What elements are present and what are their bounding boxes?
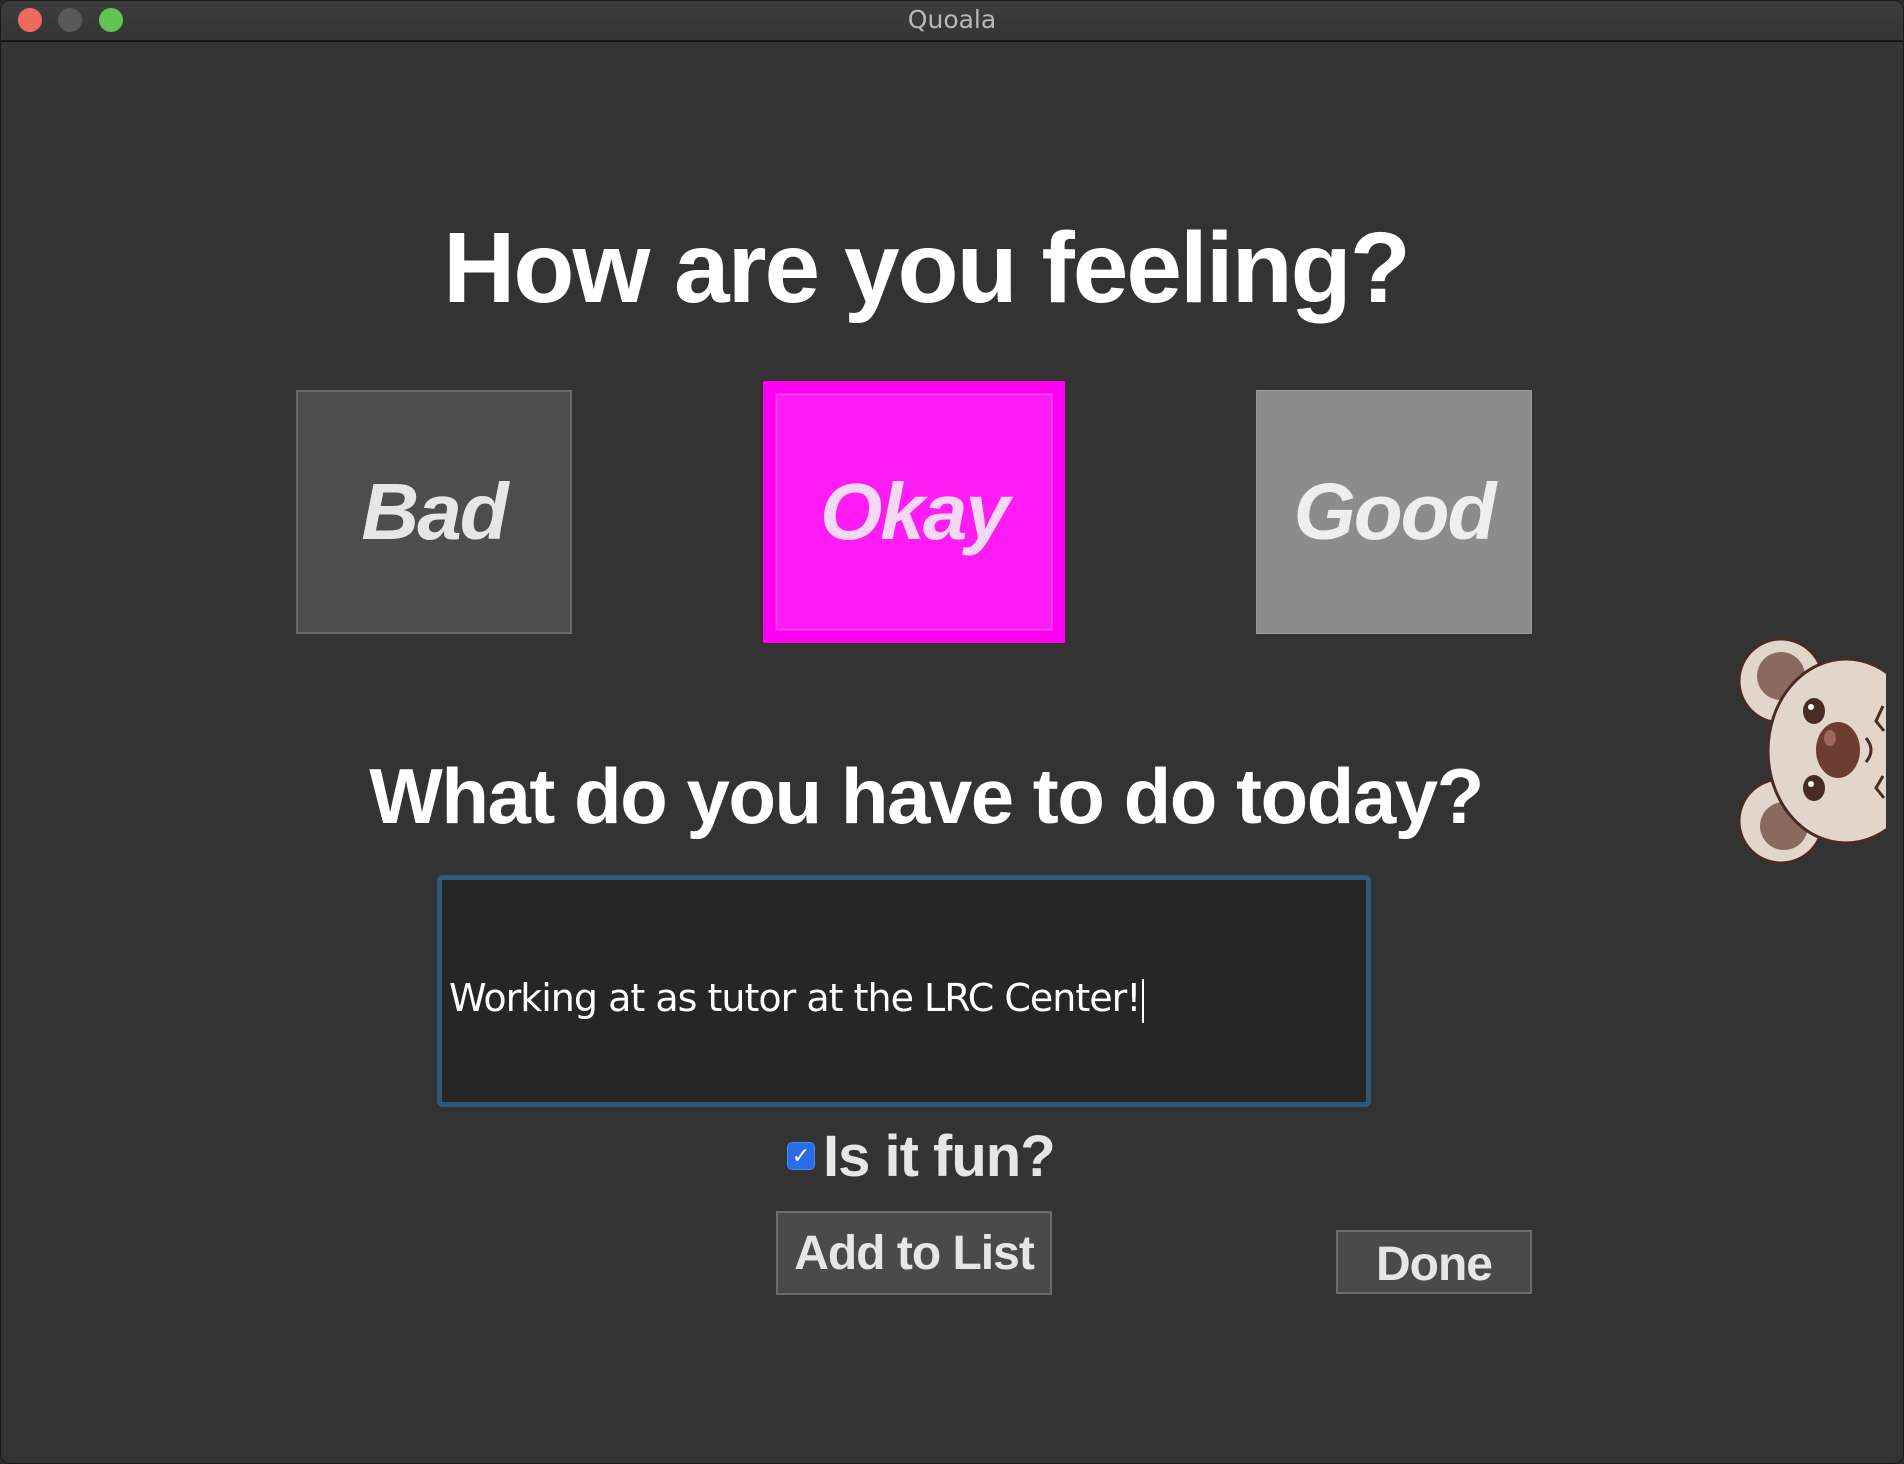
checkmark-icon: ✓ (791, 1143, 811, 1168)
todo-heading: What do you have to do today? (369, 752, 1484, 840)
add-to-list-button[interactable]: Add to List (776, 1211, 1052, 1295)
window-title: Quoala (907, 5, 997, 34)
app-window: Quoala How are you feeling? Bad Okay Goo… (0, 0, 1904, 1464)
fun-checkbox-row[interactable]: ✓ Is it fun? (787, 1121, 1056, 1191)
fun-checkbox[interactable]: ✓ (787, 1142, 815, 1170)
mood-okay-button[interactable]: Okay (763, 381, 1065, 643)
mood-bad-button[interactable]: Bad (296, 390, 572, 634)
feeling-heading: How are you feeling? (443, 212, 1411, 324)
task-input[interactable]: Working at as tutor at the LRC Center! (437, 875, 1371, 1107)
done-button[interactable]: Done (1336, 1230, 1532, 1294)
task-input-text[interactable]: Working at as tutor at the LRC Center! (449, 976, 1145, 1023)
mood-good-button[interactable]: Good (1256, 390, 1532, 634)
text-caret (1142, 978, 1145, 1023)
koala-icon (1737, 637, 1886, 865)
task-input-value: Working at as tutor at the LRC Center! (449, 976, 1141, 1020)
fun-checkbox-label[interactable]: Is it fun? (823, 1123, 1056, 1190)
title-bar[interactable]: Quoala (1, 1, 1903, 42)
